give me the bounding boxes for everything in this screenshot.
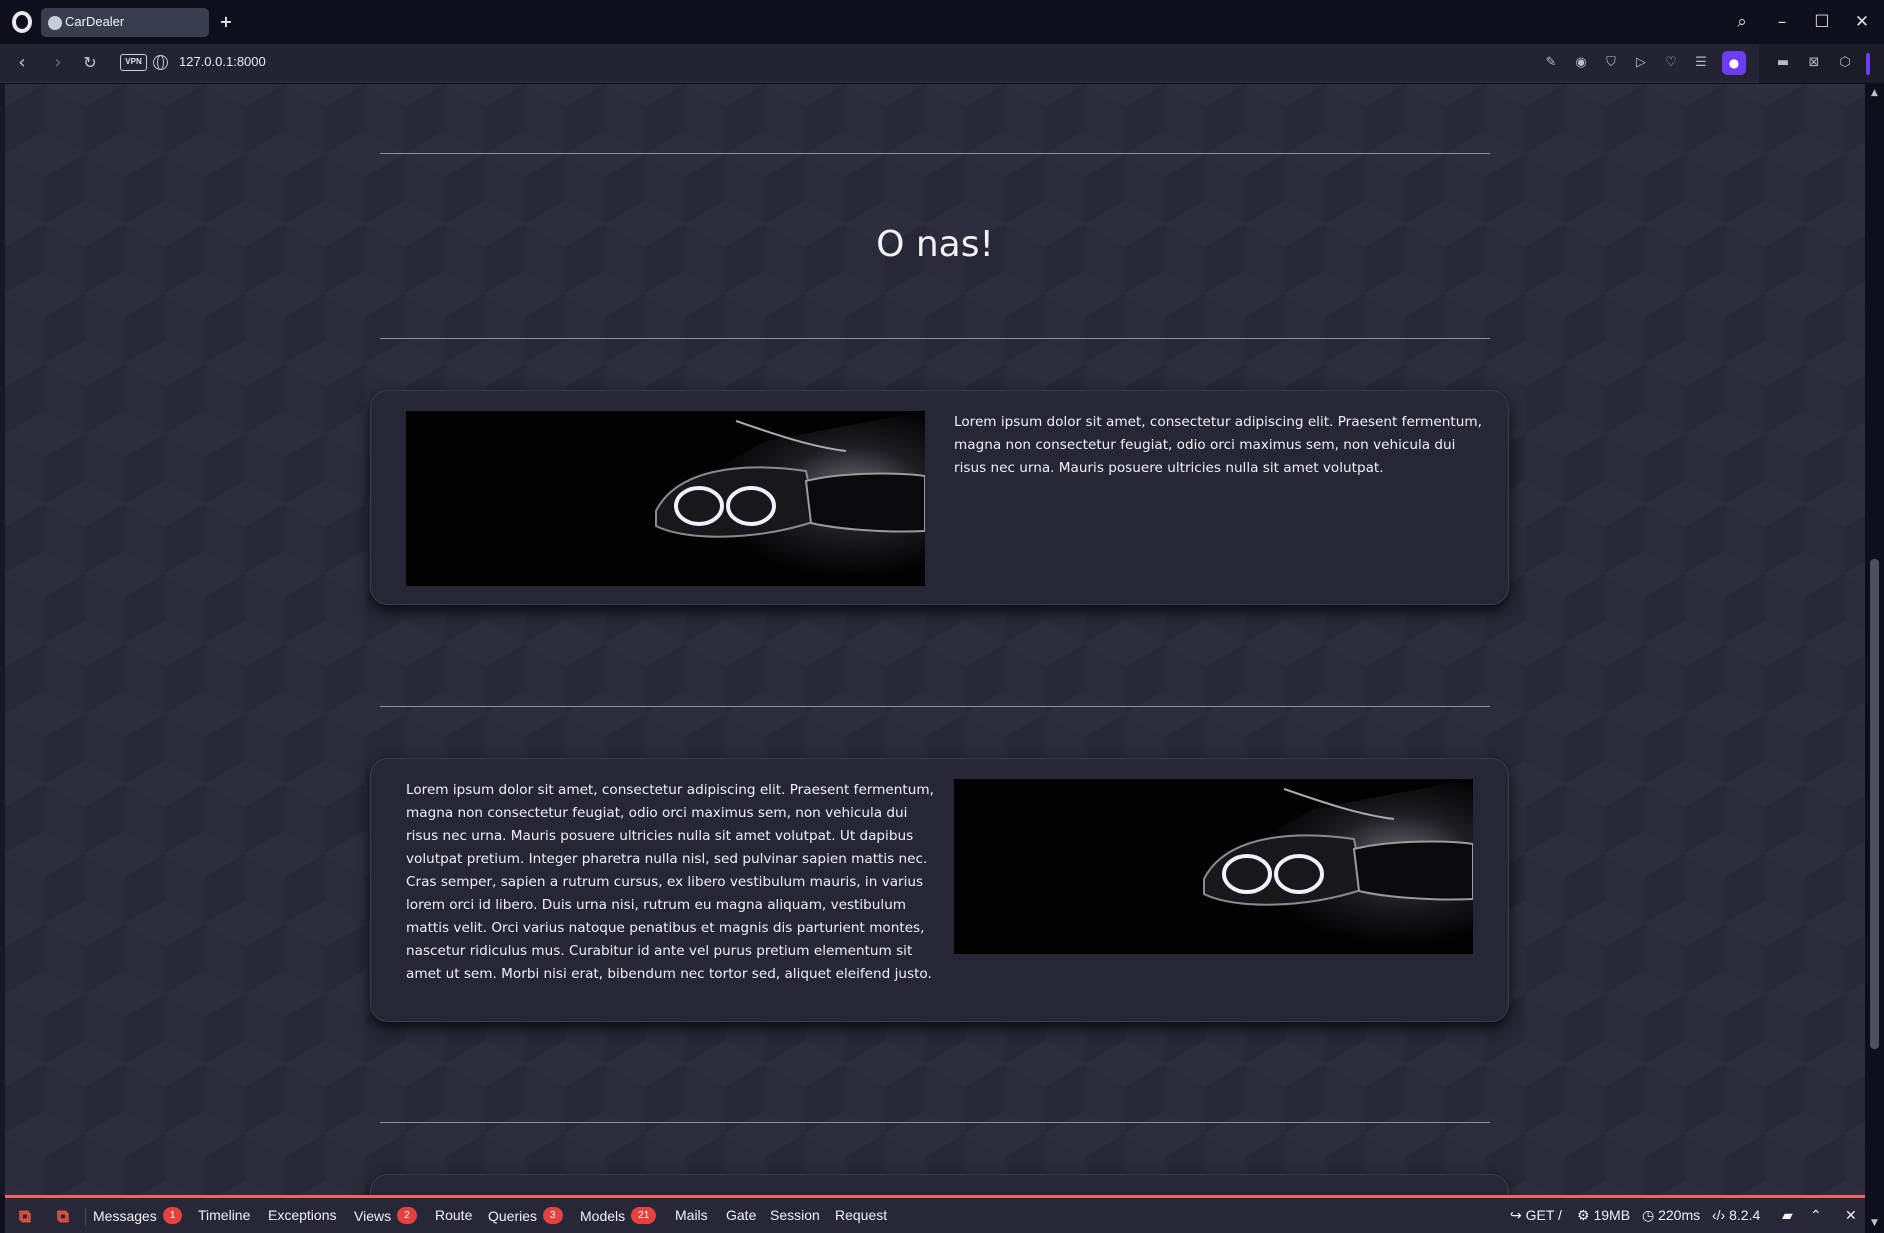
debugbar-tab-messages[interactable]: Messages 1 — [93, 1207, 183, 1224]
screenshot-icon[interactable]: ⊠ — [1806, 55, 1822, 71]
laravel-logo-icon[interactable]: ⧉ — [15, 1208, 35, 1226]
about-card — [370, 1174, 1509, 1195]
tab-label: Views — [354, 1207, 392, 1224]
divider — [380, 153, 1490, 154]
tab-label: Timeline — [198, 1207, 251, 1223]
cube-icon[interactable]: ⬡ — [1837, 55, 1853, 71]
cogs-icon: ⚙ — [1577, 1207, 1594, 1223]
time-indicator[interactable]: ◷ 220ms — [1642, 1207, 1700, 1224]
code-icon: ‹/› — [1712, 1207, 1730, 1223]
new-tab-button[interactable]: + — [217, 13, 235, 31]
camera-icon[interactable]: ◉ — [1573, 55, 1589, 71]
page-viewport: O nas! Lorem ipsum dolor sit amet, conse… — [5, 84, 1865, 1195]
folder-open-icon[interactable]: ▰ — [1782, 1207, 1793, 1224]
edit-icon[interactable]: ✎ — [1543, 55, 1559, 71]
debugbar-tab-session[interactable]: Session — [770, 1207, 820, 1223]
separator — [85, 1208, 86, 1226]
settings-sliders-icon[interactable]: ☰ — [1693, 55, 1709, 71]
tab-title: CarDealer — [65, 14, 125, 29]
about-card: Lorem ipsum dolor sit amet, consectetur … — [370, 758, 1509, 1022]
count-badge: 2 — [397, 1207, 417, 1224]
profile-button[interactable]: ● — [1722, 51, 1746, 75]
close-debugbar-icon[interactable]: ✕ — [1845, 1207, 1857, 1224]
forward-button[interactable]: › — [47, 52, 69, 74]
reload-button[interactable]: ↻ — [79, 52, 101, 74]
page-title: O nas! — [876, 224, 994, 265]
laravel-logo-icon[interactable]: ⧉ — [53, 1208, 73, 1226]
page-scrollbar[interactable]: ▲ ▼ — [1865, 84, 1884, 1233]
count-badge: 1 — [162, 1207, 183, 1224]
tab-label: Gate — [726, 1207, 757, 1223]
car-headlight-image — [406, 411, 925, 586]
minimize-button[interactable]: – — [1769, 9, 1795, 35]
debugbar-tab-mails[interactable]: Mails — [675, 1207, 708, 1223]
count-badge: 21 — [631, 1207, 657, 1224]
php-version: 8.2.4 — [1729, 1207, 1761, 1223]
memory-value: 19MB — [1593, 1207, 1631, 1223]
scroll-down-icon[interactable]: ▼ — [1869, 1218, 1880, 1228]
time-value: 220ms — [1658, 1207, 1701, 1223]
tab-label: Exceptions — [268, 1207, 337, 1223]
memory-indicator[interactable]: ⚙ 19MB — [1577, 1207, 1630, 1224]
debugbar-tab-queries[interactable]: Queries 3 — [488, 1207, 563, 1224]
shield-icon[interactable]: ⛉ — [1603, 55, 1619, 71]
scroll-up-icon[interactable]: ▲ — [1869, 88, 1880, 98]
debugbar-tab-gate[interactable]: Gate — [726, 1207, 756, 1223]
maximize-button[interactable]: ☐ — [1809, 9, 1835, 35]
heart-icon[interactable]: ♡ — [1663, 55, 1679, 71]
address-bar: ‹ › ↻ VPN 127.0.0.1:8000 ✎ ◉ ⛉ ▷ ♡ ☰ ● ▬… — [0, 44, 1884, 83]
card-text: Lorem ipsum dolor sit amet, consectetur … — [954, 414, 1482, 476]
site-info-icon[interactable] — [153, 55, 168, 70]
search-icon[interactable]: ⌕ — [1729, 9, 1755, 35]
debugbar-tab-views[interactable]: Views 2 — [354, 1207, 417, 1224]
debugbar-tab-timeline[interactable]: Timeline — [198, 1207, 250, 1223]
sidebar-icon[interactable]: ▬ — [1775, 55, 1791, 71]
close-window-button[interactable]: ✕ — [1849, 9, 1875, 35]
back-button[interactable]: ‹ — [11, 52, 33, 74]
divider — [380, 1122, 1490, 1123]
tab-label: Queries — [488, 1207, 538, 1224]
vpn-button[interactable]: VPN — [120, 54, 147, 71]
accent-indicator — [1866, 53, 1870, 75]
opera-logo-icon[interactable] — [12, 11, 32, 33]
tab-strip: CarDealer + ⌕ – ☐ ✕ — [0, 0, 1884, 44]
tab-label: Models — [580, 1207, 626, 1224]
about-card: Lorem ipsum dolor sit amet, consectetur … — [370, 390, 1509, 605]
debugbar-tab-request[interactable]: Request — [835, 1207, 887, 1223]
clock-icon: ◷ — [1642, 1207, 1659, 1223]
extensions-panel: ▬ ⊠ ⬡ — [1759, 44, 1884, 83]
tab-label: Route — [435, 1207, 473, 1223]
send-icon[interactable]: ▷ — [1633, 55, 1649, 71]
php-version-indicator[interactable]: ‹/› 8.2.4 — [1712, 1207, 1760, 1223]
method-route: GET / — [1525, 1207, 1562, 1223]
tab-label: Request — [835, 1207, 888, 1223]
tab-label: Messages — [93, 1207, 157, 1224]
globe-icon — [48, 16, 62, 30]
count-badge: 3 — [543, 1207, 563, 1224]
divider — [380, 338, 1490, 339]
chevron-up-icon[interactable]: ⌃ — [1810, 1207, 1822, 1224]
debugbar-tab-exceptions[interactable]: Exceptions — [268, 1207, 336, 1223]
debugbar: ⧉ ⧉ Messages 1 Timeline Exceptions Views 2… — [5, 1195, 1865, 1233]
scroll-thumb[interactable] — [1870, 559, 1879, 1049]
browser-tab[interactable]: CarDealer — [41, 8, 209, 37]
route-indicator[interactable]: ↪ GET / — [1510, 1207, 1562, 1224]
card-text: Lorem ipsum dolor sit amet, consectetur … — [406, 782, 934, 982]
tab-label: Mails — [675, 1207, 708, 1223]
debugbar-tab-route[interactable]: Route — [435, 1207, 472, 1223]
share-icon: ↪ — [1510, 1207, 1526, 1223]
tab-label: Session — [770, 1207, 820, 1223]
debugbar-tab-models[interactable]: Models 21 — [580, 1207, 657, 1224]
car-headlight-image — [954, 779, 1473, 954]
url-field[interactable]: 127.0.0.1:8000 — [179, 54, 266, 69]
divider — [380, 706, 1490, 707]
